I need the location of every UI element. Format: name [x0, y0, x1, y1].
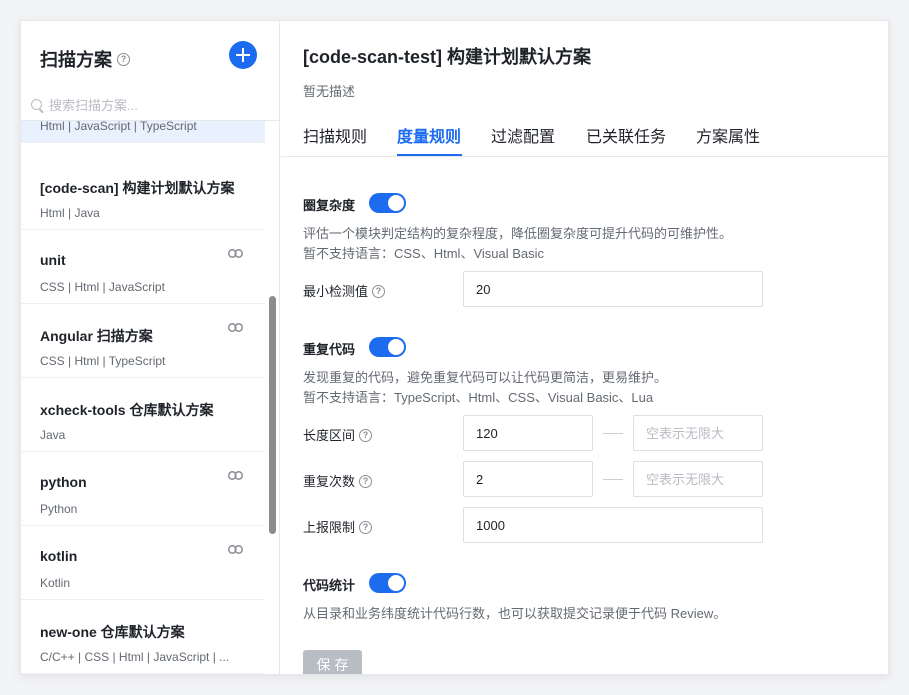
- scheme-name: xcheck-tools 仓库默认方案: [40, 402, 214, 418]
- min-detect-input[interactable]: [463, 271, 763, 307]
- scheme-languages: Python: [40, 502, 78, 516]
- help-icon[interactable]: ?: [372, 285, 386, 299]
- add-scheme-button[interactable]: [229, 41, 257, 69]
- length-max-input[interactable]: [633, 415, 763, 451]
- repeat-count-label-text: 重复次数: [303, 474, 356, 489]
- scheme-languages: Kotlin: [40, 576, 71, 590]
- duplicate-unsupported: 暂不支持语言：TypeScript、Html、CSS、Visual Basic、…: [303, 390, 654, 405]
- list-item[interactable]: Angular 扫描方案 CSS | Html | TypeScript: [21, 304, 265, 378]
- count-max-input[interactable]: [633, 461, 763, 497]
- list-item[interactable]: new-one 仓库默认方案 C/C++ | CSS | Html | Java…: [21, 600, 265, 674]
- scheme-languages: Html | Java: [40, 206, 100, 220]
- scheme-name: Angular 扫描方案: [40, 328, 153, 344]
- stats-description: 从目录和业务纬度统计代码行数，也可以获取提交记录便于代码 Review。: [303, 606, 727, 621]
- link-icon[interactable]: [228, 323, 243, 332]
- length-range-label: 长度区间?: [303, 425, 373, 444]
- scheme-languages: CSS | Html | TypeScript: [40, 354, 166, 368]
- duplicate-description: 发现重复的代码，避免重复代码可以让代码更简洁，更易维护。: [303, 370, 668, 385]
- complexity-toggle[interactable]: [369, 193, 406, 213]
- page-description: 暂无描述: [303, 84, 356, 99]
- tab-filter-config[interactable]: 过滤配置: [491, 123, 555, 147]
- help-icon[interactable]: ?: [117, 52, 130, 66]
- scheme-name: python: [40, 474, 87, 490]
- duplicate-toggle[interactable]: [369, 337, 406, 357]
- list-item[interactable]: kotlin Kotlin: [21, 526, 265, 600]
- stats-title: 代码统计: [303, 578, 356, 593]
- sidebar-title: 扫描方案?: [40, 46, 130, 72]
- scheme-name: unit: [40, 252, 66, 268]
- list-item[interactable]: unit CSS | Html | JavaScript: [21, 230, 265, 304]
- repeat-count-label: 重复次数?: [303, 471, 373, 490]
- tab-bar: 扫描规则 度量规则 过滤配置 已关联任务 方案属性: [281, 119, 888, 157]
- link-icon[interactable]: [228, 471, 243, 480]
- complexity-description: 评估一个模块判定结构的复杂程度，降低圈复杂度可提升代码的可维护性。: [303, 226, 733, 241]
- report-limit-input[interactable]: [463, 507, 763, 543]
- page-title: [code-scan-test] 构建计划默认方案: [303, 47, 592, 67]
- scheme-name: kotlin: [40, 548, 78, 564]
- help-icon[interactable]: ?: [359, 475, 373, 489]
- scrollbar-thumb[interactable]: [269, 296, 276, 534]
- report-limit-label: 上报限制?: [303, 517, 373, 536]
- sidebar: 扫描方案? Html | JavaScript | TypeScript [co…: [21, 21, 280, 674]
- range-separator: [603, 433, 623, 434]
- length-min-input[interactable]: [463, 415, 593, 451]
- list-item[interactable]: python Python: [21, 452, 265, 526]
- active-tab-indicator: [397, 154, 462, 156]
- list-item[interactable]: Html | JavaScript | TypeScript: [21, 121, 265, 143]
- scheme-languages: Html | JavaScript | TypeScript: [40, 121, 197, 133]
- scheme-list: Html | JavaScript | TypeScript [code-sca…: [21, 121, 265, 674]
- report-limit-label-text: 上报限制: [303, 520, 356, 535]
- tab-scan-rules[interactable]: 扫描规则: [303, 123, 367, 147]
- app-window: 扫描方案? Html | JavaScript | TypeScript [co…: [20, 20, 889, 675]
- range-separator: [603, 479, 623, 480]
- scheme-name: [code-scan] 构建计划默认方案: [40, 180, 235, 196]
- link-icon[interactable]: [228, 545, 243, 554]
- min-detect-label-text: 最小检测值: [303, 284, 369, 299]
- scheme-languages: C/C++ | CSS | Html | JavaScript | ...: [40, 650, 230, 664]
- scheme-languages: CSS | Html | JavaScript: [40, 280, 165, 294]
- link-icon[interactable]: [228, 249, 243, 258]
- search-bar: [21, 91, 279, 121]
- duplicate-title: 重复代码: [303, 342, 356, 357]
- main-panel: [code-scan-test] 构建计划默认方案 暂无描述 扫描规则 度量规则…: [281, 21, 888, 674]
- count-min-input[interactable]: [463, 461, 593, 497]
- complexity-title: 圈复杂度: [303, 198, 356, 213]
- scheme-languages: Java: [40, 428, 66, 442]
- help-icon[interactable]: ?: [359, 521, 373, 535]
- tab-metric-rules[interactable]: 度量规则: [397, 123, 461, 147]
- complexity-unsupported: 暂不支持语言：CSS、Html、Visual Basic: [303, 246, 545, 261]
- sidebar-title-text: 扫描方案: [40, 50, 112, 70]
- search-input[interactable]: [49, 95, 269, 115]
- help-icon[interactable]: ?: [359, 429, 373, 443]
- tab-scheme-properties[interactable]: 方案属性: [696, 123, 760, 147]
- length-range-label-text: 长度区间: [303, 428, 356, 443]
- scheme-name: new-one 仓库默认方案: [40, 624, 185, 640]
- list-item[interactable]: [code-scan] 构建计划默认方案 Html | Java: [21, 156, 265, 230]
- list-item[interactable]: xcheck-tools 仓库默认方案 Java: [21, 378, 265, 452]
- search-icon: [31, 99, 42, 110]
- metric-rules-content: 圈复杂度 评估一个模块判定结构的复杂程度，降低圈复杂度可提升代码的可维护性。 暂…: [303, 157, 883, 674]
- tab-linked-tasks[interactable]: 已关联任务: [586, 123, 666, 147]
- stats-toggle[interactable]: [369, 573, 406, 593]
- save-button[interactable]: 保存: [303, 650, 362, 674]
- min-detect-label: 最小检测值?: [303, 281, 386, 300]
